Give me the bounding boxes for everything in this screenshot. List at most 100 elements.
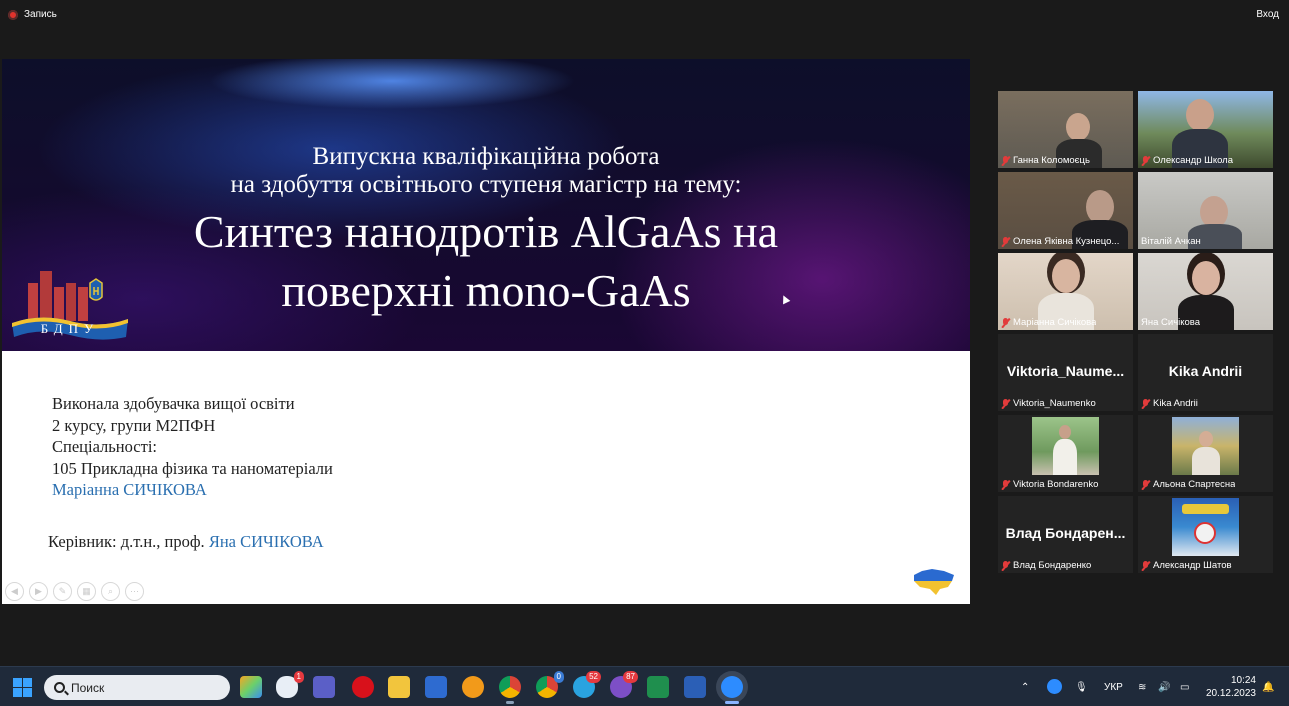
participant-tile[interactable]: Влад Бондарен... Влад Бондаренко xyxy=(998,496,1133,573)
clock[interactable]: 10:24 20.12.2023 xyxy=(1206,674,1256,700)
slide-title-line-3: Синтез нанодротів AlGaAs на xyxy=(193,206,779,257)
word-icon[interactable] xyxy=(684,676,706,698)
participant-label: Влад Бондаренко xyxy=(1001,560,1130,571)
pen-icon[interactable]: ✎ xyxy=(53,582,72,601)
zoom-meeting-window: Запись Вход Випускна кваліфікаційна робо… xyxy=(0,0,1289,706)
mic-muted-icon xyxy=(1001,317,1010,328)
next-slide-icon[interactable]: ▶ xyxy=(29,582,48,601)
chrome-icon[interactable] xyxy=(499,676,521,704)
record-icon xyxy=(8,9,18,20)
mic-muted-icon xyxy=(1141,155,1150,166)
volume-icon[interactable]: 🔊 xyxy=(1158,667,1170,706)
opera-icon[interactable] xyxy=(352,676,374,698)
date: 20.12.2023 xyxy=(1205,688,1256,699)
slides-grid-icon[interactable]: ▦ xyxy=(77,582,96,601)
supervisor-line: Керівник: д.т.н., проф. Яна СИЧІКОВА xyxy=(48,532,324,552)
supervisor-prefix: Керівник: д.т.н., проф. xyxy=(48,532,205,551)
zoom-app-icon[interactable] xyxy=(721,676,743,704)
mic-muted-icon xyxy=(1001,479,1010,490)
person-head xyxy=(1086,190,1114,224)
viber-icon[interactable]: 87 xyxy=(610,671,638,698)
student-info: Виконала здобувачка вищої освіти 2 курсу… xyxy=(52,393,333,501)
participant-label: Ганна Коломоєць xyxy=(1001,155,1130,166)
profile-picture xyxy=(1032,417,1099,475)
widgets-icon[interactable] xyxy=(240,676,262,698)
weather-icon[interactable]: 1 xyxy=(276,671,304,698)
mic-muted-icon xyxy=(1141,479,1150,490)
file-explorer-icon[interactable] xyxy=(388,676,410,698)
participant-label: Viktoria_Naumenko xyxy=(1001,398,1130,409)
chrome-profile-icon[interactable]: 0 xyxy=(536,671,564,698)
recording-label: Запись xyxy=(24,9,57,20)
logo-text: БДПУ xyxy=(41,321,99,336)
participant-tile-active-speaker[interactable]: Яна Сичікова xyxy=(1138,253,1273,330)
participant-tile[interactable]: Ганна Коломоєць xyxy=(998,91,1133,168)
university-logo-icon: БДПУ xyxy=(12,271,128,340)
participant-tile[interactable]: Александр Шатов xyxy=(1138,496,1273,573)
time: 10:24 xyxy=(1230,675,1256,686)
participant-tile[interactable]: Viktoria_Naume... Viktoria_Naumenko xyxy=(998,334,1133,411)
info-line-3: Спеціальності: xyxy=(52,437,157,456)
ukraine-map-icon xyxy=(914,569,954,595)
participant-label: Віталій Ачкан xyxy=(1141,236,1201,247)
taskbar-search[interactable]: Поиск xyxy=(44,675,230,700)
student-name: Маріанна СИЧІКОВА xyxy=(52,480,207,499)
person-head xyxy=(1066,113,1090,141)
supervisor-name: Яна СИЧІКОВА xyxy=(208,532,324,551)
slideshow-controls: ◀ ▶ ✎ ▦ ⌕ ⋯ xyxy=(5,582,144,601)
person-head xyxy=(1186,99,1214,131)
participant-tile[interactable]: Альона Спартесна xyxy=(1138,415,1273,492)
notifications-bell-icon[interactable]: 🔔 xyxy=(1262,667,1274,706)
telegram-icon[interactable]: 52 xyxy=(573,671,601,698)
participant-tile[interactable]: Kika Andrii Kika Andrii xyxy=(1138,334,1273,411)
person-head xyxy=(1052,259,1080,293)
show-hidden-icons-icon[interactable]: ⌃ xyxy=(1021,667,1029,706)
more-options-icon[interactable]: ⋯ xyxy=(125,582,144,601)
participant-label: Kika Andrii xyxy=(1141,398,1270,409)
profile-picture xyxy=(1172,417,1239,475)
windows-taskbar: Поиск 1 0 52 87 ⌃ 🎙 УКР ≋ 🔊 ▭ 10:24 20.1… xyxy=(0,666,1289,706)
zoom-tray-icon[interactable] xyxy=(1047,679,1062,694)
excel-icon[interactable] xyxy=(647,676,669,698)
participant-tile[interactable]: Віталій Ачкан xyxy=(1138,172,1273,249)
mic-muted-icon xyxy=(1001,155,1010,166)
start-button[interactable] xyxy=(13,678,32,697)
zoom-icon[interactable]: ⌕ xyxy=(101,582,120,601)
participant-display-name: Kika Andrii xyxy=(1168,363,1243,379)
info-line-4: 105 Прикладна фізика та наноматеріали xyxy=(52,458,333,478)
participant-label: Viktoria Bondarenko xyxy=(1001,479,1130,490)
teams-icon[interactable] xyxy=(313,676,335,698)
participant-label: Маріанна Сичікова xyxy=(1001,317,1130,328)
participant-label: Олена Яківна Кузнецо... xyxy=(1001,236,1130,247)
language-indicator[interactable]: УКР xyxy=(1104,667,1123,706)
participant-tile[interactable]: Олександр Школа xyxy=(1138,91,1273,168)
participant-label: Яна Сичікова xyxy=(1141,317,1201,328)
participant-label: Александр Шатов xyxy=(1141,560,1270,571)
participant-display-name: Viktoria_Naume... xyxy=(1006,363,1125,379)
microphone-icon[interactable]: 🎙 xyxy=(1075,667,1088,706)
profile-picture xyxy=(1172,498,1239,556)
previous-slide-icon[interactable]: ◀ xyxy=(5,582,24,601)
participant-label: Альона Спартесна xyxy=(1141,479,1270,490)
info-line-1: Виконала здобувачка вищої освіти xyxy=(52,394,295,413)
shared-screen-slide: Випускна кваліфікаційна робота на здобут… xyxy=(2,59,970,604)
slide-title-line-1: Випускна кваліфікаційна робота xyxy=(312,143,660,170)
mic-muted-icon xyxy=(1141,398,1150,409)
mic-muted-icon xyxy=(1141,560,1150,571)
participant-tile[interactable]: Олена Яківна Кузнецо... xyxy=(998,172,1133,249)
participant-tile[interactable]: Viktoria Bondarenko xyxy=(998,415,1133,492)
mic-muted-icon xyxy=(1001,398,1010,409)
participant-display-name: Влад Бондарен... xyxy=(1005,525,1126,541)
mic-muted-icon xyxy=(1001,560,1010,571)
participant-tile[interactable]: Маріанна Сичікова xyxy=(998,253,1133,330)
search-icon xyxy=(54,682,65,693)
info-line-2: 2 курсу, групи М2ПФН xyxy=(52,415,216,435)
battery-icon[interactable]: ▭ xyxy=(1180,667,1189,706)
wifi-icon[interactable]: ≋ xyxy=(1138,667,1146,706)
person-head xyxy=(1192,261,1220,295)
browser-icon[interactable] xyxy=(462,676,484,698)
save-app-icon[interactable] xyxy=(425,676,447,698)
signin-button[interactable]: Вход xyxy=(1256,9,1279,20)
meeting-top-bar: Запись Вход xyxy=(0,0,1289,28)
recording-indicator[interactable]: Запись xyxy=(8,9,57,20)
